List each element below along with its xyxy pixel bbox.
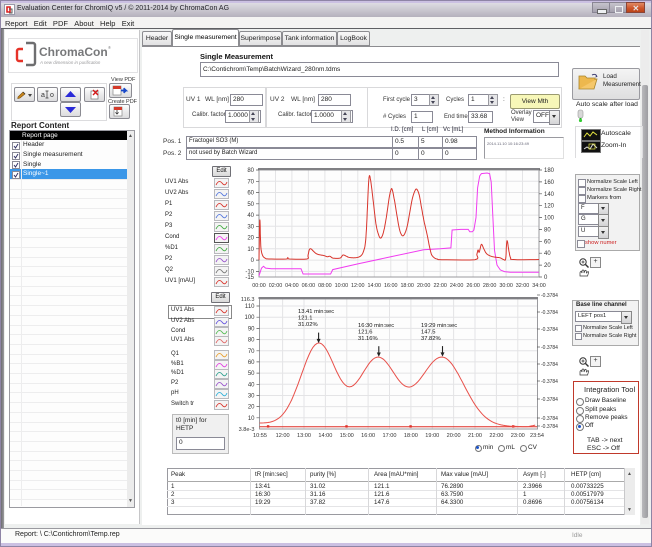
svg-text:20: 20 xyxy=(248,405,255,411)
svg-text:121.6: 121.6 xyxy=(358,330,373,336)
svg-text:19:00: 19:00 xyxy=(425,433,439,439)
svg-text:70: 70 xyxy=(248,349,255,355)
svg-text:14:00: 14:00 xyxy=(318,433,332,439)
svg-text:16:00: 16:00 xyxy=(361,433,375,439)
svg-text:-0.3784: -0.3784 xyxy=(541,397,558,403)
svg-text:147.5: 147.5 xyxy=(421,330,436,336)
svg-text:13.41 min:sec: 13.41 min:sec xyxy=(298,309,334,315)
svg-text:15:00: 15:00 xyxy=(340,433,354,439)
svg-text:-0.3784: -0.3784 xyxy=(541,416,558,422)
svg-text:10:55: 10:55 xyxy=(253,433,267,439)
svg-text:-0.3784: -0.3784 xyxy=(541,327,558,333)
svg-text:13:00: 13:00 xyxy=(297,433,311,439)
svg-text:18:00: 18:00 xyxy=(404,433,418,439)
svg-text:-0.3784: -0.3784 xyxy=(541,345,558,351)
svg-text:121.1: 121.1 xyxy=(298,316,313,322)
svg-text:22:00: 22:00 xyxy=(489,433,503,439)
svg-text:21:00: 21:00 xyxy=(468,433,482,439)
svg-text:100: 100 xyxy=(244,315,255,321)
svg-text:30: 30 xyxy=(248,394,255,400)
svg-text:31.16%: 31.16% xyxy=(358,336,378,342)
svg-text:-0.3784: -0.3784 xyxy=(541,310,558,316)
svg-text:90: 90 xyxy=(248,326,255,332)
svg-text:19:29 min:sec: 19:29 min:sec xyxy=(421,323,457,329)
svg-text:-0.3784: -0.3784 xyxy=(541,424,558,430)
svg-text:17:00: 17:00 xyxy=(383,433,397,439)
svg-text:37.82%: 37.82% xyxy=(421,336,441,342)
svg-text:-0.3784: -0.3784 xyxy=(541,379,558,385)
svg-text:23:54: 23:54 xyxy=(530,433,544,439)
svg-text:40: 40 xyxy=(248,382,255,388)
svg-text:116.3: 116.3 xyxy=(241,297,255,303)
svg-text:-0.3784: -0.3784 xyxy=(541,362,558,368)
svg-text:12:00: 12:00 xyxy=(276,433,290,439)
svg-text:50: 50 xyxy=(248,371,255,377)
svg-text:60: 60 xyxy=(248,360,255,366)
svg-text:23:00: 23:00 xyxy=(511,433,525,439)
svg-text:16:30 min:sec: 16:30 min:sec xyxy=(358,323,394,329)
svg-text:20:00: 20:00 xyxy=(447,433,461,439)
svg-text:80: 80 xyxy=(248,338,255,344)
svg-text:10: 10 xyxy=(248,416,255,422)
svg-text:-0.3784: -0.3784 xyxy=(541,293,558,299)
svg-text:110: 110 xyxy=(245,304,255,310)
svg-text:31.02%: 31.02% xyxy=(298,322,318,328)
